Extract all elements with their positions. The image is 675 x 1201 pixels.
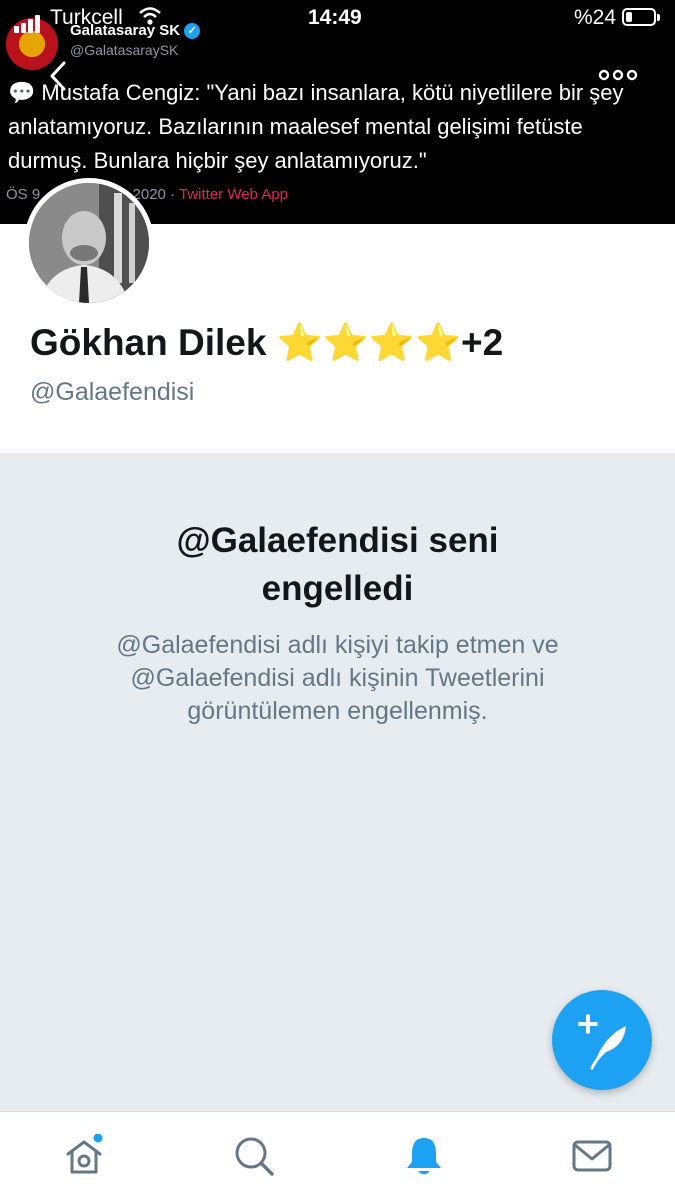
notifications-icon[interactable] <box>402 1134 446 1178</box>
more-options-button[interactable] <box>598 66 638 84</box>
banner-tweet-text: 💬 Mustafa Cengiz: "Yani bazı insanlara, k… <box>8 80 624 173</box>
home-icon[interactable] <box>62 1134 106 1178</box>
profile-name: Gökhan Dilek ⭐⭐⭐⭐+2 <box>30 322 504 363</box>
compose-feather-icon <box>578 1014 626 1070</box>
compose-tweet-button[interactable] <box>552 990 652 1090</box>
clock: 14:49 <box>308 6 362 29</box>
battery-percent: %24 <box>574 6 617 29</box>
battery-icon <box>622 8 660 26</box>
wifi-icon <box>139 7 161 25</box>
banner-tweet-handle: @GalatasaraySK <box>70 42 179 58</box>
status-bar: Turkcell 14:49 %24 <box>0 0 675 36</box>
star-emoji-row: ⭐⭐⭐⭐ <box>276 322 462 363</box>
carrier-label: Turkcell <box>50 6 123 29</box>
blocked-description: @Galaefendisi adlı kişiyi takip etmen ve… <box>116 631 559 725</box>
home-notification-dot <box>93 1134 103 1143</box>
search-icon[interactable] <box>232 1134 276 1178</box>
profile-photo <box>29 183 149 303</box>
blocked-title: @Galaefendisi seni engelledi <box>176 521 499 608</box>
signal-icon <box>14 9 42 33</box>
speech-bubble-icon: 💬 <box>8 80 36 105</box>
back-button[interactable] <box>44 58 72 94</box>
profile-handle: @Galaefendisi <box>30 378 195 406</box>
messages-icon[interactable] <box>570 1134 614 1178</box>
profile-avatar[interactable] <box>24 178 154 308</box>
bottom-tab-bar <box>0 1111 675 1201</box>
